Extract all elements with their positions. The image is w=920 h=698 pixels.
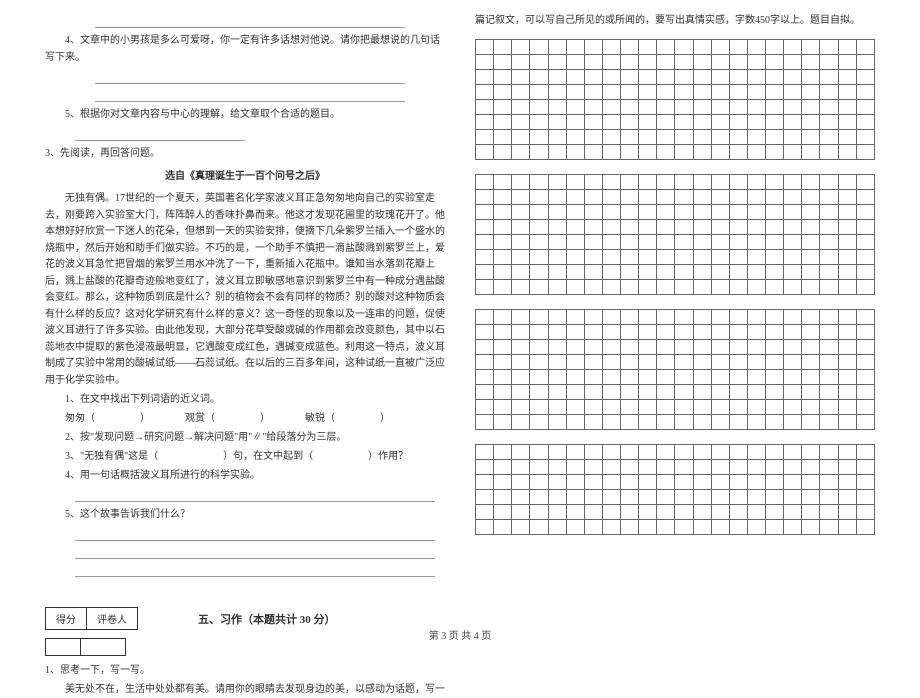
sub-question-5: 5、这个故事告诉我们什么？ [45,506,445,523]
answer-line[interactable] [75,545,435,559]
q3-part-b: ）句，在文中起到（ [223,451,313,462]
sub-question-3: 3、"无独有偶"这是（ ）句，在文中起到（ ）作用？ [45,448,445,465]
q3-part-a: 3、"无独有偶"这是（ [65,451,158,462]
essay-prompt: 美无处不在，生活中处处都有美。请用你的眼睛去发现身边的美，以感动为话题，写一 [45,681,445,698]
writing-grid[interactable] [475,444,875,535]
writing-grid-block-2[interactable] [475,174,875,295]
right-column: 篇记叙文，可以写自己所见的或所闻的，要写出真情实感，字数450字以上。题目自拟。 [460,10,890,620]
answer-line[interactable] [75,127,245,141]
left-column: 4、文章中的小男孩是多么可爱呀，你一定有许多话想对他说。请你把最想说的几句话写下… [30,10,460,620]
question-4: 4、文章中的小男孩是多么可爱呀，你一定有许多话想对他说。请你把最想说的几句话写下… [45,32,445,66]
answer-line[interactable] [95,70,405,84]
sub-question-2: 2、按"发现问题→研究问题→解决问题"用"∥"给段落分为三层。 [45,429,445,446]
writing-grid[interactable] [475,174,875,295]
writing-grid[interactable] [475,309,875,430]
answer-line[interactable] [95,14,405,28]
sub-question-4: 4、用一句话概括波义耳所进行的科学实验。 [45,467,445,484]
sub-question-1: 1、在文中找出下列词语的近义词。 [45,391,445,408]
question-5: 5、根据你对文章内容与中心的理解，给文章取个合适的题目。 [45,106,445,123]
essay-question-1: 1、思考一下，写一写。 [45,662,445,679]
word-d: ） [380,413,390,424]
writing-grid-block-4[interactable] [475,444,875,535]
page-container: 4、文章中的小男孩是多么可爱呀，你一定有许多话想对他说。请你把最想说的几句话写下… [0,0,920,620]
page-footer: 第 3 页 共 4 页 [0,627,920,642]
writing-grid[interactable] [475,39,875,160]
answer-line[interactable] [75,563,435,577]
section-5-heading: 五、习作（本题共计 30 分） [198,611,336,627]
sub-question-1-words: 匆匆（ ） 观赏（ ） 敏锐（ ） [45,410,445,427]
answer-line[interactable] [75,527,435,541]
answer-line[interactable] [95,88,405,102]
q3-part-c: ）作用？ [368,451,408,462]
essay-prompt-continued: 篇记叙文，可以写自己所见的或所闻的，要写出真情实感，字数450字以上。题目自拟。 [475,12,875,29]
passage-title: 选自《真理诞生于一百个问号之后》 [45,168,445,185]
writing-grid-block-3[interactable] [475,309,875,430]
word-a: 匆匆（ [65,413,95,424]
word-c: ） 敏锐（ [260,413,335,424]
answer-line[interactable] [75,488,435,502]
passage-body: 无独有偶。17世纪的一个夏天，英国著名化学家波义耳正急匆匆地向自己的实验室走去，… [45,191,445,389]
section-3-intro: 3、先阅读，再回答问题。 [45,145,445,162]
word-b: ） 观赏（ [140,413,215,424]
writing-grid-block-1[interactable] [475,39,875,160]
